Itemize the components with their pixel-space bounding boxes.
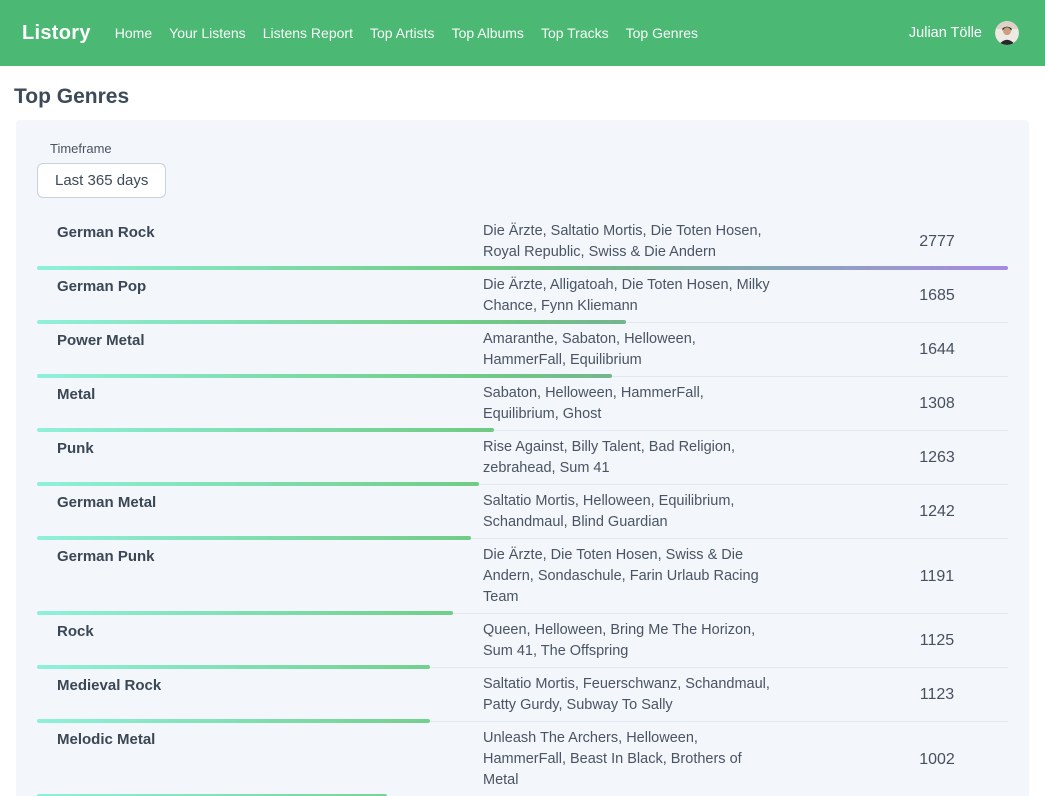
nav-link-home[interactable]: Home: [115, 25, 152, 41]
genre-artists: Saltatio Mortis, Helloween, Equilibrium,…: [483, 491, 775, 533]
genre-row: German PopDie Ärzte, Alligatoah, Die Tot…: [37, 270, 1008, 324]
user-avatar[interactable]: [995, 21, 1019, 45]
genre-count: 1002: [866, 751, 1008, 769]
genre-row: Medieval RockSaltatio Mortis, Feuerschwa…: [37, 669, 1008, 723]
nav-link-your-listens[interactable]: Your Listens: [169, 25, 246, 41]
genre-artists: Queen, Helloween, Bring Me The Horizon, …: [483, 620, 775, 662]
user-menu[interactable]: Julian Tölle: [909, 21, 1019, 45]
top-navbar: Listory Home Your Listens Listens Report To…: [0, 0, 1045, 66]
genre-count: 1191: [866, 568, 1008, 586]
nav-link-top-albums[interactable]: Top Albums: [452, 25, 524, 41]
genre-row: MetalSabaton, Helloween, HammerFall, Equ…: [37, 378, 1008, 432]
genre-artists: Die Ärzte, Saltatio Mortis, Die Toten Ho…: [483, 221, 775, 263]
genre-artists: Die Ärzte, Alligatoah, Die Toten Hosen, …: [483, 275, 775, 317]
genre-row: Melodic MetalUnleash The Archers, Hellow…: [37, 723, 1008, 796]
genre-count: 1263: [866, 449, 1008, 467]
nav-link-top-artists[interactable]: Top Artists: [370, 25, 435, 41]
genre-name: German Metal: [37, 491, 483, 513]
nav-links: Home Your Listens Listens Report Top Artist…: [115, 25, 909, 41]
genre-artists: Amaranthe, Sabaton, Helloween, HammerFal…: [483, 329, 775, 371]
genre-name: Rock: [37, 620, 483, 642]
genre-count: 1644: [866, 341, 1008, 359]
genre-count: 1308: [866, 395, 1008, 413]
genre-row: German PunkDie Ärzte, Die Toten Hosen, S…: [37, 540, 1008, 615]
genre-row: Power MetalAmaranthe, Sabaton, Helloween…: [37, 324, 1008, 378]
genre-count: 2777: [866, 233, 1008, 251]
avatar-photo: [995, 21, 1019, 45]
nav-link-top-genres[interactable]: Top Genres: [626, 25, 698, 41]
genre-artists: Die Ärzte, Die Toten Hosen, Swiss & Die …: [483, 545, 775, 608]
genre-artists: Saltatio Mortis, Feuerschwanz, Schandmau…: [483, 674, 775, 716]
genre-count: 1123: [866, 686, 1008, 704]
genre-artists: Rise Against, Billy Talent, Bad Religion…: [483, 437, 775, 479]
genres-card: Timeframe Last 365 days German RockDie Ä…: [16, 120, 1029, 796]
user-name: Julian Tölle: [909, 25, 982, 41]
genre-count: 1685: [866, 287, 1008, 305]
genre-row: RockQueen, Helloween, Bring Me The Horiz…: [37, 615, 1008, 669]
genre-name: German Punk: [37, 545, 483, 567]
genre-name: Metal: [37, 383, 483, 405]
genre-name: Power Metal: [37, 329, 483, 351]
main-content: Top Genres Timeframe Last 365 days Germa…: [0, 85, 1045, 796]
genre-artists: Sabaton, Helloween, HammerFall, Equilibr…: [483, 383, 775, 425]
timeframe-label: Timeframe: [50, 141, 1008, 156]
page-title: Top Genres: [14, 85, 1029, 109]
genre-row: German MetalSaltatio Mortis, Helloween, …: [37, 486, 1008, 540]
nav-link-listens-report[interactable]: Listens Report: [263, 25, 353, 41]
nav-link-top-tracks[interactable]: Top Tracks: [541, 25, 609, 41]
genre-name: German Pop: [37, 275, 483, 297]
genre-count: 1242: [866, 503, 1008, 521]
genre-name: Punk: [37, 437, 483, 459]
genre-name: German Rock: [37, 221, 483, 243]
timeframe-select[interactable]: Last 365 days: [37, 163, 166, 198]
genre-name: Melodic Metal: [37, 728, 483, 750]
genres-table: German RockDie Ärzte, Saltatio Mortis, D…: [37, 216, 1008, 796]
app-logo[interactable]: Listory: [22, 22, 91, 45]
genre-artists: Unleash The Archers, Helloween, HammerFa…: [483, 728, 775, 791]
genre-row: German RockDie Ärzte, Saltatio Mortis, D…: [37, 216, 1008, 270]
genre-count: 1125: [866, 632, 1008, 650]
genre-name: Medieval Rock: [37, 674, 483, 696]
genre-row: PunkRise Against, Billy Talent, Bad Reli…: [37, 432, 1008, 486]
